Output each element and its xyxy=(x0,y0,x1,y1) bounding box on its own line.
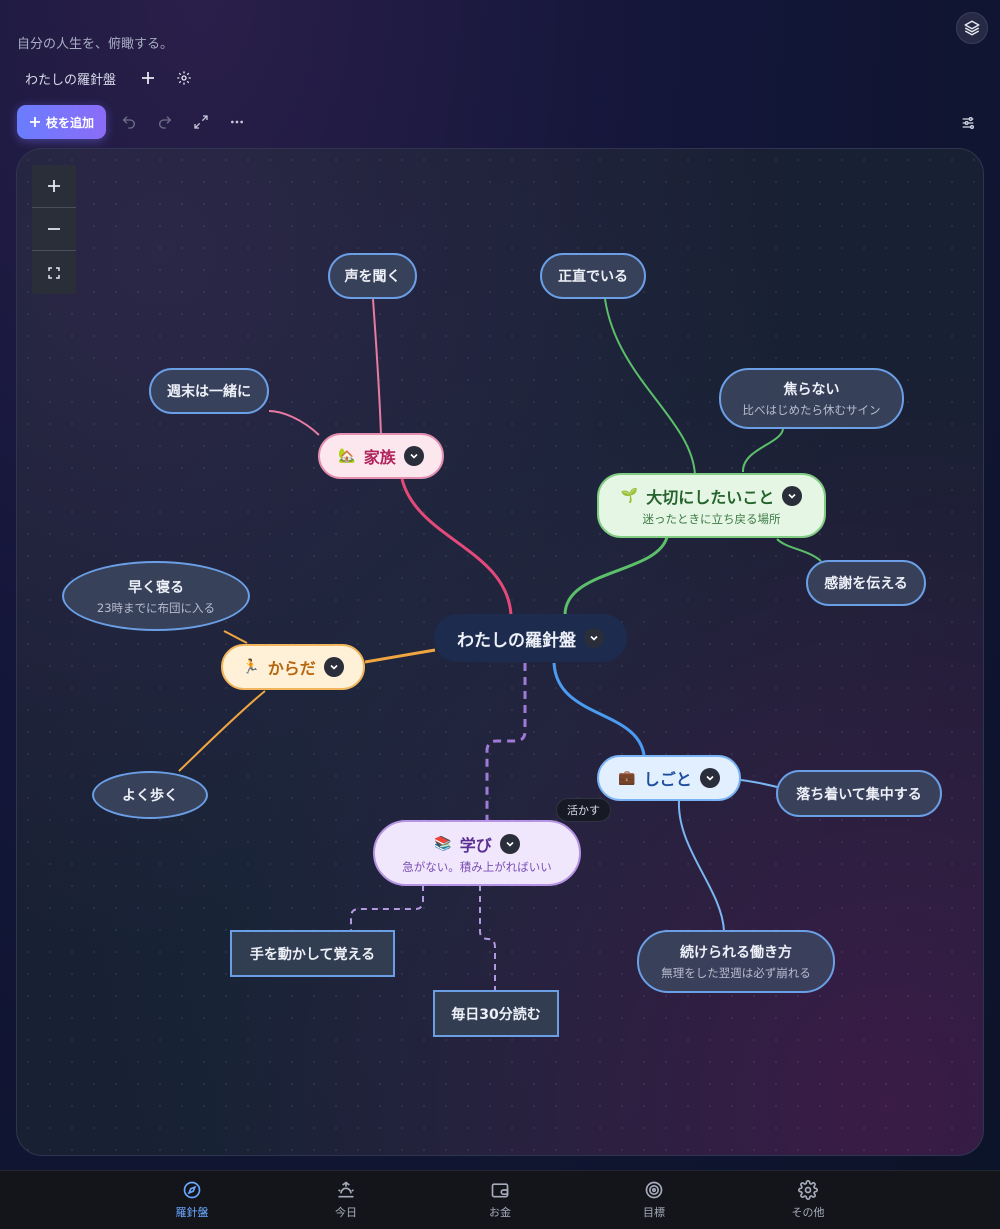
leaf-listen[interactable]: 声を聞く xyxy=(328,253,417,299)
values-subtitle: 迷ったときに立ち戻る場所 xyxy=(642,512,781,526)
work-title: しごと xyxy=(643,770,692,789)
runner-icon: 🏃 xyxy=(242,659,260,675)
map-tab[interactable]: わたしの羅針盤 xyxy=(17,67,124,90)
values-title: 大切にしたいこと xyxy=(646,488,775,507)
nav-compass[interactable]: 羅針盤 xyxy=(115,1171,269,1229)
nav-label: その他 xyxy=(791,1206,825,1219)
leaf-title: 落ち着いて集中する xyxy=(796,786,922,803)
leaf-title: 毎日30分読む xyxy=(451,1006,541,1023)
bottom-nav: 羅針盤 今日 お金 目標 その他 xyxy=(0,1170,1000,1229)
books-icon: 📚 xyxy=(434,835,452,852)
leaf-title: 続けられる働き方 xyxy=(680,945,792,961)
branch-body[interactable]: 🏃 からだ xyxy=(221,644,365,690)
branch-values[interactable]: 🌱 大切にしたいこと 迷ったときに立ち戻る場所 xyxy=(597,473,826,538)
body-title: からだ xyxy=(267,659,316,678)
nav-label: 今日 xyxy=(335,1206,357,1219)
map-settings-button[interactable] xyxy=(172,66,196,90)
layers-button[interactable] xyxy=(956,12,988,44)
sliders-icon xyxy=(962,117,974,129)
compass-icon xyxy=(183,1181,201,1199)
leaf-title: 感謝を伝える xyxy=(824,576,908,592)
leaf-hands-on[interactable]: 手を動かして覚える xyxy=(230,930,395,977)
redo-button[interactable] xyxy=(152,109,178,135)
more-button[interactable] xyxy=(224,109,250,135)
leaf-subtitle: 比べはじめたら休むサイン xyxy=(742,403,881,417)
leaf-honest[interactable]: 正直でいる xyxy=(540,253,646,299)
seedling-icon: 🌱 xyxy=(620,488,639,504)
leaf-title: 手を動かして覚える xyxy=(249,946,376,963)
leaf-title: 早く寝る xyxy=(128,579,184,596)
briefcase-icon: 💼 xyxy=(618,770,636,786)
leaf-title: 正直でいる xyxy=(558,269,628,285)
layers-icon xyxy=(964,20,980,36)
plus-icon xyxy=(142,72,155,84)
learn-subtitle: 急がない。積み上がればいい xyxy=(402,859,552,874)
add-branch-button[interactable]: 枝を追加 xyxy=(17,105,107,139)
leaf-title: 声を聞く xyxy=(344,269,401,285)
house-icon: 🏡 xyxy=(338,448,356,464)
undo-button[interactable] xyxy=(116,109,142,135)
chevron-down-icon[interactable] xyxy=(584,628,604,648)
redo-icon xyxy=(159,116,172,129)
chevron-down-icon[interactable] xyxy=(782,486,803,506)
leaf-title: よく歩く xyxy=(122,788,178,804)
target-icon xyxy=(645,1181,663,1199)
nav-more[interactable]: その他 xyxy=(731,1171,885,1229)
wallet-icon xyxy=(491,1183,509,1198)
map-tab-row: わたしの羅針盤 xyxy=(17,64,196,92)
leaf-sustainable[interactable]: 続けられる働き方 無理をした翌週は必ず崩れる xyxy=(637,930,835,993)
expand-button[interactable] xyxy=(188,109,214,135)
branch-work[interactable]: 💼 しごと xyxy=(597,755,741,801)
nav-goals[interactable]: 目標 xyxy=(577,1171,731,1229)
family-title: 家族 xyxy=(363,448,396,467)
chevron-down-icon[interactable] xyxy=(499,833,520,854)
leaf-sleep-early[interactable]: 早く寝る 23時までに布団に入る xyxy=(62,561,250,631)
branch-learn[interactable]: 📚 学び 急がない。積み上がればいい xyxy=(373,820,581,886)
root-node[interactable]: わたしの羅針盤 xyxy=(434,614,627,662)
undo-icon xyxy=(122,116,136,129)
plus-icon xyxy=(30,117,40,127)
learn-title: 学び xyxy=(459,835,492,855)
more-icon xyxy=(231,120,244,124)
add-branch-label: 枝を追加 xyxy=(46,115,95,130)
leaf-title: 週末は一緒に xyxy=(167,384,251,400)
nav-money[interactable]: お金 xyxy=(423,1171,577,1229)
leaf-subtitle: 23時までに布団に入る xyxy=(96,600,216,615)
view-settings-button[interactable] xyxy=(955,110,981,136)
toolbar: 枝を追加 xyxy=(17,105,250,139)
link-label[interactable]: 活かす xyxy=(556,798,611,822)
leaf-daily-read[interactable]: 毎日30分読む xyxy=(433,990,559,1037)
chevron-down-icon[interactable] xyxy=(323,657,344,677)
expand-icon xyxy=(194,115,208,129)
leaf-walk[interactable]: よく歩く xyxy=(92,771,208,819)
gear-icon xyxy=(798,1180,818,1200)
root-title: わたしの羅針盤 xyxy=(457,630,576,651)
leaf-focus[interactable]: 落ち着いて集中する xyxy=(776,770,942,817)
leaf-no-rush[interactable]: 焦らない 比べはじめたら休むサイン xyxy=(719,368,904,429)
leaf-gratitude[interactable]: 感謝を伝える xyxy=(806,560,926,606)
sunrise-icon xyxy=(338,1181,354,1198)
chevron-down-icon[interactable] xyxy=(699,768,720,788)
nav-label: お金 xyxy=(489,1206,511,1219)
add-map-button[interactable] xyxy=(136,66,160,90)
mindmap-canvas[interactable]: わたしの羅針盤 🏡 家族 声を聞く 週末は一緒に 🌱 大切にしたいこと 迷ったと… xyxy=(16,148,984,1156)
leaf-subtitle: 無理をした翌週は必ず崩れる xyxy=(661,966,811,980)
branch-family[interactable]: 🏡 家族 xyxy=(318,433,444,479)
leaf-weekend[interactable]: 週末は一緒に xyxy=(149,368,269,414)
nav-label: 目標 xyxy=(643,1206,665,1219)
leaf-title: 焦らない xyxy=(783,382,840,398)
nav-today[interactable]: 今日 xyxy=(269,1171,423,1229)
tagline: 自分の人生を、俯瞰する。 xyxy=(17,37,174,52)
chevron-down-icon[interactable] xyxy=(403,446,424,466)
gear-icon xyxy=(177,71,191,85)
nav-label: 羅針盤 xyxy=(175,1206,209,1219)
